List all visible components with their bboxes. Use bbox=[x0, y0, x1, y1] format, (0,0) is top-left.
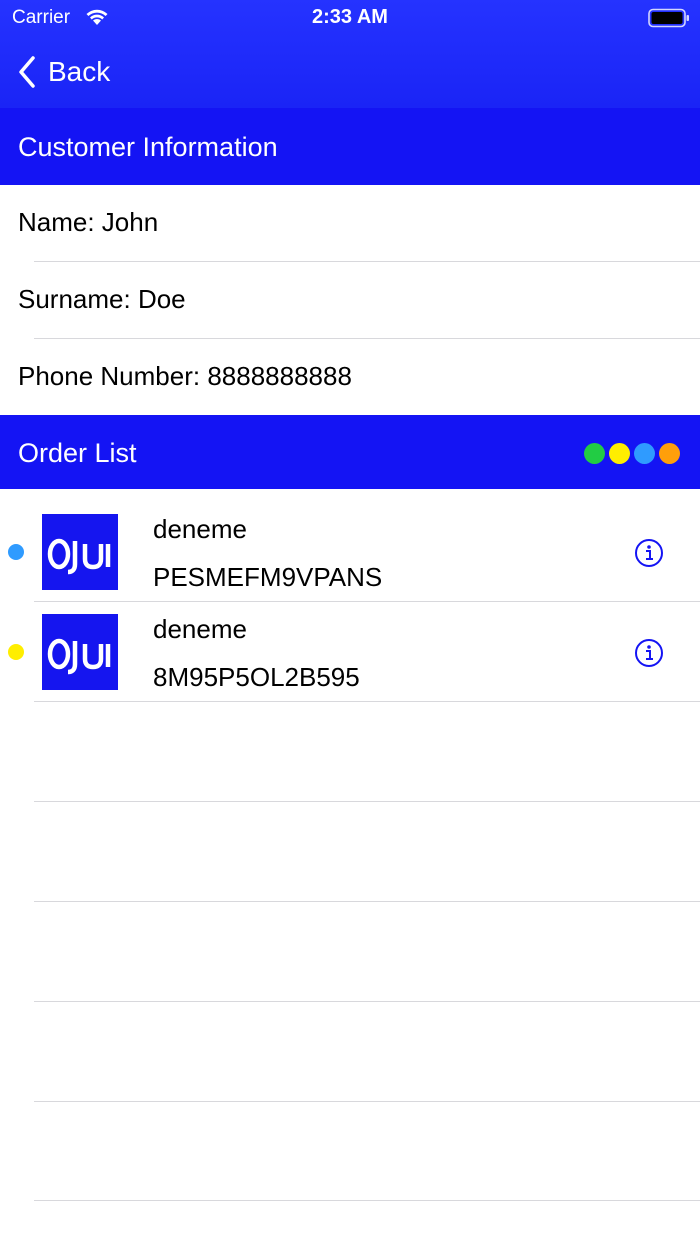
back-label: Back bbox=[48, 56, 111, 87]
order-row[interactable]: deneme 8M95P5OL2B595 bbox=[0, 602, 700, 702]
order-thumbnail bbox=[42, 514, 118, 590]
empty-row-divider bbox=[34, 801, 700, 802]
info-icon[interactable] bbox=[634, 638, 664, 668]
order-list-header: Order List bbox=[0, 415, 700, 489]
customer-info-title: Customer Information bbox=[18, 132, 278, 162]
status-time: 2:33 AM bbox=[312, 6, 388, 28]
customer-surname-row: Surname: Doe bbox=[0, 262, 700, 338]
oju-logo bbox=[47, 538, 111, 575]
status-legend bbox=[584, 443, 680, 464]
back-button[interactable]: Back bbox=[18, 52, 110, 92]
order-thumbnail bbox=[42, 614, 118, 690]
legend-dot-yellow bbox=[609, 443, 630, 464]
customer-info-header: Customer Information bbox=[0, 108, 700, 185]
legend-dot-orange bbox=[659, 443, 680, 464]
legend-dot-blue bbox=[634, 443, 655, 464]
empty-row-divider bbox=[34, 1001, 700, 1002]
customer-phone-row: Phone Number: 8888888888 bbox=[0, 339, 700, 415]
order-status-dot bbox=[8, 544, 24, 560]
empty-row-divider bbox=[34, 1101, 700, 1102]
status-bar: Carrier 2:33 AM bbox=[0, 0, 700, 36]
empty-row-divider bbox=[34, 1200, 700, 1201]
customer-name-row: Name: John bbox=[0, 185, 700, 261]
order-name: deneme bbox=[153, 614, 247, 644]
order-code: PESMEFM9VPANS bbox=[153, 562, 383, 592]
customer-name-label: Name: John bbox=[18, 207, 159, 237]
navigation-bar: Carrier 2:33 AM Back bbox=[0, 0, 700, 108]
order-name: deneme bbox=[153, 514, 247, 544]
order-row[interactable]: deneme PESMEFM9VPANS bbox=[0, 502, 700, 602]
info-icon[interactable] bbox=[634, 538, 664, 568]
customer-surname-label: Surname: Doe bbox=[18, 284, 186, 314]
order-status-dot bbox=[8, 644, 24, 660]
order-code: 8M95P5OL2B595 bbox=[153, 662, 360, 692]
row-divider bbox=[34, 701, 700, 702]
legend-dot-green bbox=[584, 443, 605, 464]
battery-icon bbox=[648, 8, 689, 28]
customer-phone-label: Phone Number: 8888888888 bbox=[18, 361, 352, 391]
empty-row-divider bbox=[34, 901, 700, 902]
order-list-title: Order List bbox=[18, 438, 137, 468]
oju-logo bbox=[47, 638, 111, 675]
chevron-left-icon bbox=[19, 56, 35, 88]
